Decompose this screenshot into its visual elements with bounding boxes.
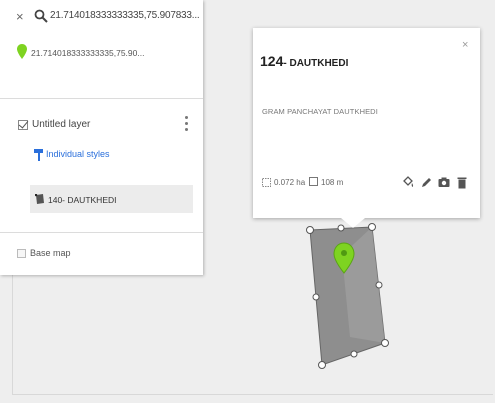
vertex-handle bbox=[312, 293, 320, 301]
vertex-handle bbox=[381, 339, 389, 347]
area-icon bbox=[262, 178, 271, 187]
feature-label: 140- DAUTKHEDI bbox=[48, 195, 117, 205]
search-result-text[interactable]: 21.714018333333335,75.90... bbox=[31, 48, 144, 58]
divider bbox=[0, 98, 203, 99]
popup-pointer bbox=[341, 218, 365, 228]
layers-panel: × 21.714018333333335,75.907833... 21.714… bbox=[0, 0, 203, 275]
popup-close-button[interactable]: × bbox=[462, 39, 468, 51]
paint-bucket-icon[interactable] bbox=[402, 176, 414, 189]
layer-title[interactable]: Untitled layer bbox=[32, 119, 90, 130]
map-polygon[interactable] bbox=[300, 215, 400, 375]
map-pin-icon bbox=[17, 44, 27, 59]
individual-styles-link[interactable]: Individual styles bbox=[46, 149, 110, 159]
popup-title: 124- DAUTKHEDI bbox=[260, 53, 348, 69]
camera-icon[interactable] bbox=[438, 176, 450, 189]
paint-roller-icon[interactable] bbox=[34, 149, 44, 161]
vertex-handle bbox=[350, 350, 358, 358]
vertex-handle bbox=[306, 226, 314, 234]
pencil-icon[interactable] bbox=[420, 176, 432, 189]
popup-title-name: - DAUTKHEDI bbox=[283, 58, 349, 69]
search-query-text[interactable]: 21.714018333333335,75.907833... bbox=[50, 10, 200, 21]
search-icon[interactable] bbox=[34, 9, 48, 23]
search-bar: × 21.714018333333335,75.907833... bbox=[0, 0, 203, 34]
area-value: 0.072 ha bbox=[274, 178, 306, 187]
popup-description: GRAM PANCHAYAT DAUTKHEDI bbox=[262, 107, 378, 116]
trash-icon[interactable] bbox=[456, 176, 468, 189]
layer-options-menu-icon[interactable] bbox=[184, 116, 190, 136]
perimeter-value: 108 m bbox=[321, 178, 344, 187]
polygon-icon bbox=[35, 194, 44, 204]
popup-footer: 0.072 ha 108 m bbox=[262, 176, 472, 192]
basemap-expand-toggle[interactable] bbox=[17, 249, 26, 258]
basemap-label[interactable]: Base map bbox=[30, 248, 71, 258]
feature-list-item[interactable]: 140- DAUTKHEDI bbox=[30, 185, 193, 213]
divider bbox=[0, 232, 203, 233]
vertex-handle bbox=[375, 281, 383, 289]
feature-info-popup: × 124- DAUTKHEDI GRAM PANCHAYAT DAUTKHED… bbox=[253, 28, 480, 218]
vertex-handle bbox=[318, 361, 326, 369]
close-search-button[interactable]: × bbox=[16, 9, 24, 24]
vertex-handle bbox=[368, 223, 376, 231]
popup-title-number: 124 bbox=[260, 53, 284, 69]
perimeter-icon bbox=[309, 177, 318, 186]
layer-visibility-checkbox[interactable] bbox=[18, 120, 28, 130]
